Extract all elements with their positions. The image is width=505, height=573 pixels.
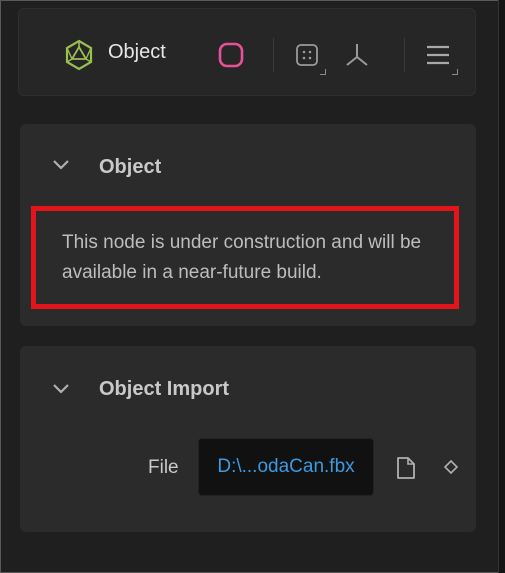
grid-snap-icon[interactable] — [294, 42, 320, 68]
chevron-down-icon[interactable] — [52, 158, 70, 176]
pink-rounded-square-icon[interactable] — [216, 40, 246, 70]
chevron-down-icon[interactable] — [52, 382, 70, 400]
dropdown-corner-icon — [452, 69, 458, 75]
scrollbar-track[interactable] — [498, 0, 505, 573]
toolbar-title: Object — [108, 41, 166, 63]
keyframe-diamond-icon[interactable] — [443, 459, 459, 475]
toolbar: Object — [18, 8, 476, 96]
axes-icon[interactable] — [342, 40, 372, 70]
file-label: File — [148, 457, 179, 478]
toolbar-divider — [404, 38, 405, 72]
toolbar-divider — [273, 38, 274, 72]
menu-icon[interactable] — [424, 42, 452, 68]
panel-title: Object Import — [99, 378, 230, 400]
under-construction-notice: This node is under construction and will… — [31, 206, 459, 309]
panel-title: Object — [99, 156, 162, 178]
file-path-field[interactable]: D:\...odaCan.fbx — [198, 438, 374, 496]
file-path-value: D:\...odaCan.fbx — [217, 456, 355, 477]
object-import-panel-header[interactable]: Object Import — [20, 346, 476, 426]
file-browse-icon[interactable] — [396, 456, 416, 480]
object-cube-icon[interactable] — [62, 38, 96, 72]
dropdown-corner-icon — [320, 69, 326, 75]
notice-text: This node is under construction and will… — [62, 232, 422, 283]
object-panel-header[interactable]: Object — [20, 124, 476, 204]
